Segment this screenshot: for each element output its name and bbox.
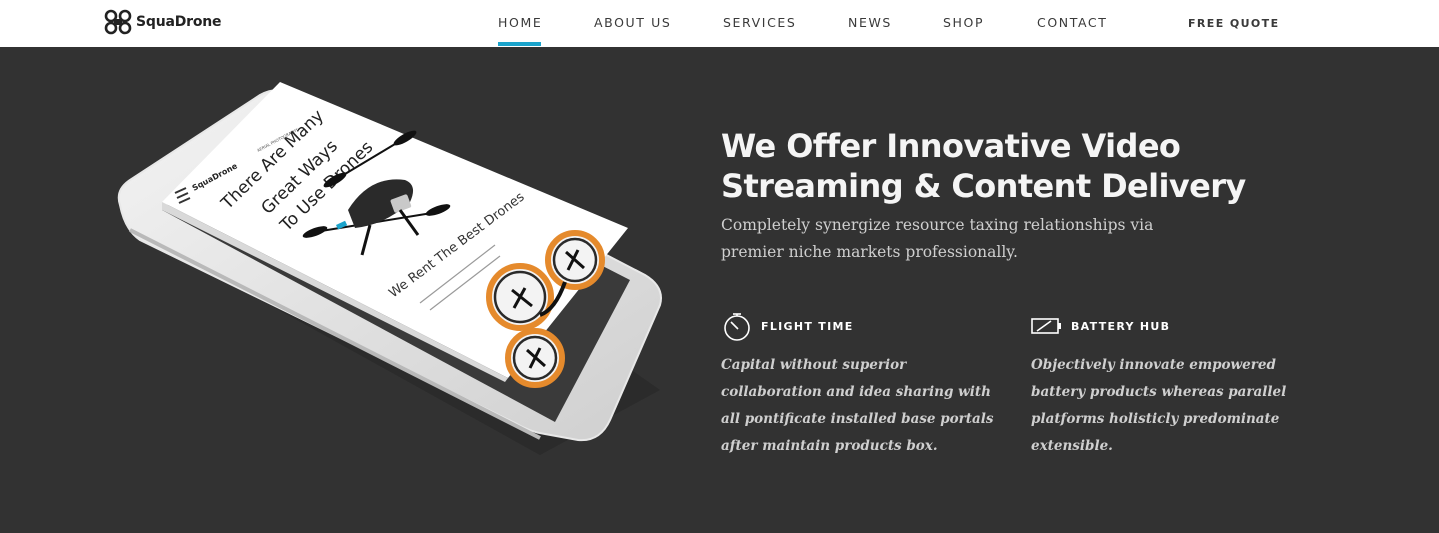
- feature-header: FLIGHT TIME: [721, 310, 1011, 342]
- feature-title: BATTERY HUB: [1071, 319, 1171, 333]
- hero-subtitle: Completely synergize resource taxing rel…: [721, 216, 1154, 261]
- feature-description: Objectively innovate empowered battery p…: [1031, 357, 1287, 454]
- nav-news[interactable]: NEWS: [848, 15, 892, 30]
- nav-services[interactable]: SERVICES: [723, 15, 796, 30]
- feature-battery-hub: BATTERY HUB Objectively innovate empower…: [1031, 310, 1321, 460]
- nav-about-us[interactable]: ABOUT US: [594, 15, 671, 30]
- site-header: SquaDrone HOME ABOUT US SERVICES NEWS SH…: [0, 0, 1439, 47]
- brand-name: SquaDrone: [136, 14, 222, 30]
- battery-icon: [1031, 310, 1063, 342]
- feature-header: BATTERY HUB: [1031, 310, 1321, 342]
- feature-title: FLIGHT TIME: [761, 319, 854, 333]
- nav-shop[interactable]: SHOP: [943, 15, 984, 30]
- feature-flight-time: FLIGHT TIME Capital without superior col…: [721, 310, 1011, 460]
- stopwatch-icon: [721, 310, 753, 342]
- phone-mockup-illustration: SquaDrone AERIAL PHOTOGRAPHY There Are M…: [100, 60, 700, 480]
- brand-logo[interactable]: SquaDrone: [102, 9, 222, 35]
- nav-home[interactable]: HOME: [498, 15, 542, 46]
- feature-description: Capital without superior collaboration a…: [721, 357, 994, 454]
- free-quote-button[interactable]: FREE QUOTE: [1188, 17, 1280, 30]
- hero-title: We Offer Innovative Video Streaming & Co…: [721, 127, 1246, 205]
- drone-logo-icon: [104, 9, 132, 35]
- nav-contact[interactable]: CONTACT: [1037, 15, 1107, 30]
